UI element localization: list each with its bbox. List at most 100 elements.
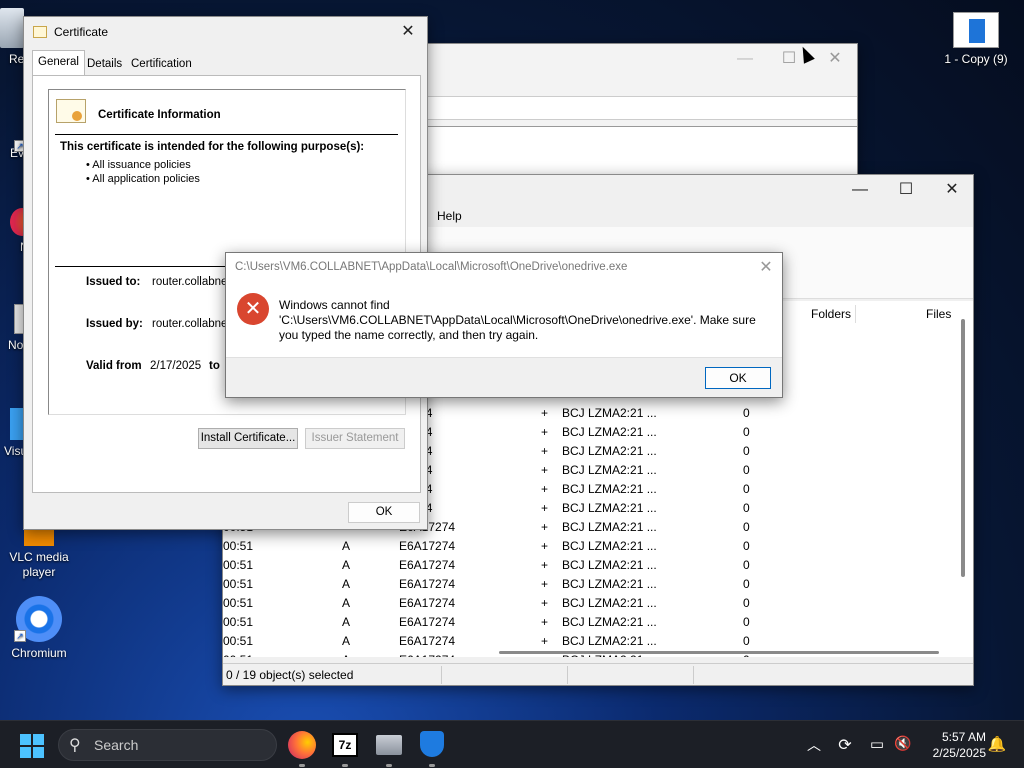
install-certificate-button[interactable]: Install Certificate... [198,428,298,449]
desktop-icon-firefox[interactable]: N [0,208,34,255]
table-row[interactable]: 00:51 A E6A17274 + BCJ LZMA2:21 ... 0 [223,537,959,556]
status-text: 0 / 19 object(s) selected [226,668,354,682]
table-cell: A [342,651,350,657]
column-header-files[interactable]: Files [926,307,951,321]
minimize-icon[interactable]: — [722,44,768,74]
dialog-title: C:\Users\VM6.COLLABNET\AppData\Local\Mic… [235,261,628,273]
table-cell: BCJ LZMA2:21 ... [562,501,657,515]
certificate-info-heading: Certificate Information [98,109,221,121]
minimize-icon[interactable]: — [837,175,883,205]
table-cell: + [541,406,549,420]
file-icon [953,12,999,48]
windows-security-icon[interactable] [420,731,444,757]
issuer-statement-button[interactable]: Issuer Statement [305,428,405,449]
error-message-line: you typed the name correctly, and then t… [279,328,539,342]
windows-logo-icon [33,747,44,758]
desktop-icon-label: No [8,338,24,352]
status-divider [441,666,442,684]
desktop-icon-label: VLC media player [9,550,69,579]
issued-by-label: Issued by: [86,318,143,330]
table-cell: BCJ LZMA2:21 ... [562,634,657,648]
close-icon[interactable]: ✕ [812,44,858,74]
tab-certification-path[interactable]: Certification Path [126,53,197,92]
clock-time: 5:57 AM [941,730,986,744]
table-row[interactable]: 00:51 A E6A17274 + BCJ LZMA2:21 ... 0 [223,632,959,651]
recycle-bin-icon [0,8,24,48]
start-button[interactable] [20,734,44,758]
table-cell: 00:51 [223,577,254,591]
clock[interactable]: 5:57 AM 2/25/2025 [922,729,986,761]
table-cell: E6A17274 [399,651,455,657]
table-cell: A [342,615,351,629]
table-row[interactable]: 00:51 A E6A17274 + BCJ LZMA2:21 ... 0 [223,594,959,613]
valid-from-label: Valid from [86,360,142,372]
table-cell: + [541,539,549,553]
issued-by-value: router.collabne [152,318,228,330]
running-indicator [342,764,348,767]
sync-icon[interactable]: ⟳ [835,735,855,755]
table-row[interactable]: 00:51 A E6A17274 + BCJ LZMA2:21 ... 0 [223,613,959,632]
table-cell: 0 [743,406,750,420]
table-cell: + [541,615,549,629]
chevron-up-icon[interactable]: ︿ [804,735,824,755]
desktop-icon-everything[interactable]: Ev ↗ [0,128,26,161]
table-cell: + [541,520,549,534]
visual-studio-icon [10,408,24,440]
desktop-icon-recycle-bin[interactable]: Re [0,8,24,67]
dialog-footer: OK [226,357,782,397]
firefox-icon[interactable] [288,731,316,759]
certificate-manager-icon[interactable] [376,735,402,755]
search-placeholder: Search [94,737,139,753]
table-cell: BCJ LZMA2:21 ... [562,520,657,534]
table-cell: 00:51 [223,596,254,610]
ok-button[interactable]: OK [705,367,771,389]
vertical-scrollbar[interactable] [961,319,965,577]
table-row[interactable]: 00:51 A E6A17274 + BCJ LZMA2:21 ... 0 [223,575,959,594]
7zip-icon[interactable]: 7z [332,733,358,757]
purpose-item: • All issuance policies [86,159,191,171]
issued-to-label: Issued to: [86,276,141,288]
table-cell: BCJ LZMA2:21 ... [562,558,657,572]
table-cell: 00:51 [223,615,254,629]
horizontal-scrollbar[interactable] [499,651,939,654]
desktop-icon-label: N [0,240,29,255]
table-cell: BCJ LZMA2:21 ... [562,615,657,629]
table-cell: 0 [743,558,750,572]
desktop-icon-vlc[interactable]: VLC media player [4,528,74,580]
tab-details[interactable]: Details [82,53,127,75]
table-cell: 00:51 [223,651,253,657]
column-header-folders[interactable]: Folders [811,307,851,321]
table-cell: BCJ LZMA2:21 ... [562,406,657,420]
table-row[interactable]: 00:51 A E6A17274 + BCJ LZMA2:21 ... 0 [223,556,959,575]
ok-button[interactable]: OK [348,502,420,523]
menu-help[interactable]: Help [437,209,462,223]
error-dialog[interactable]: C:\Users\VM6.COLLABNET\AppData\Local\Mic… [225,252,783,398]
dialog-title: Certificate [54,25,109,39]
address-bar[interactable] [426,96,857,120]
table-cell: 00:51 [223,634,254,648]
desktop-icon-label: 1 - Copy (9) [944,52,1008,66]
desktop-icon-visual-studio[interactable]: Visu [0,408,27,459]
close-icon[interactable]: ✕ [750,253,782,283]
search-box[interactable]: ⚲ Search [58,729,277,761]
tab-general[interactable]: General [32,50,85,75]
notification-bell-icon[interactable]: 🔔 [987,735,1007,755]
close-icon[interactable]: ✕ [388,17,428,47]
network-icon[interactable]: ▭ [867,735,887,755]
desktop-icon-chromium[interactable]: Chromium ↗ [4,596,74,661]
desktop-icon-notepad[interactable]: No [0,304,24,353]
table-cell: 0 [743,501,750,515]
table-cell: 0 [743,482,750,496]
vlc-icon [24,528,54,546]
table-cell: 0 [743,425,750,439]
desktop-icon-file-copy[interactable]: 1 - Copy (9) [940,12,1012,67]
purpose-item: • All application policies [86,173,200,185]
table-cell: BCJ LZMA2:21 ... [562,539,657,553]
table-cell: 0 [743,520,750,534]
table-cell: A [342,634,351,648]
close-icon[interactable]: ✕ [929,175,975,205]
table-cell: BCJ LZMA2:21 ... [562,463,657,477]
volume-muted-icon[interactable]: 🔇 [893,735,913,755]
table-cell: E6A17274 [399,596,456,610]
maximize-icon[interactable]: ☐ [883,175,929,205]
